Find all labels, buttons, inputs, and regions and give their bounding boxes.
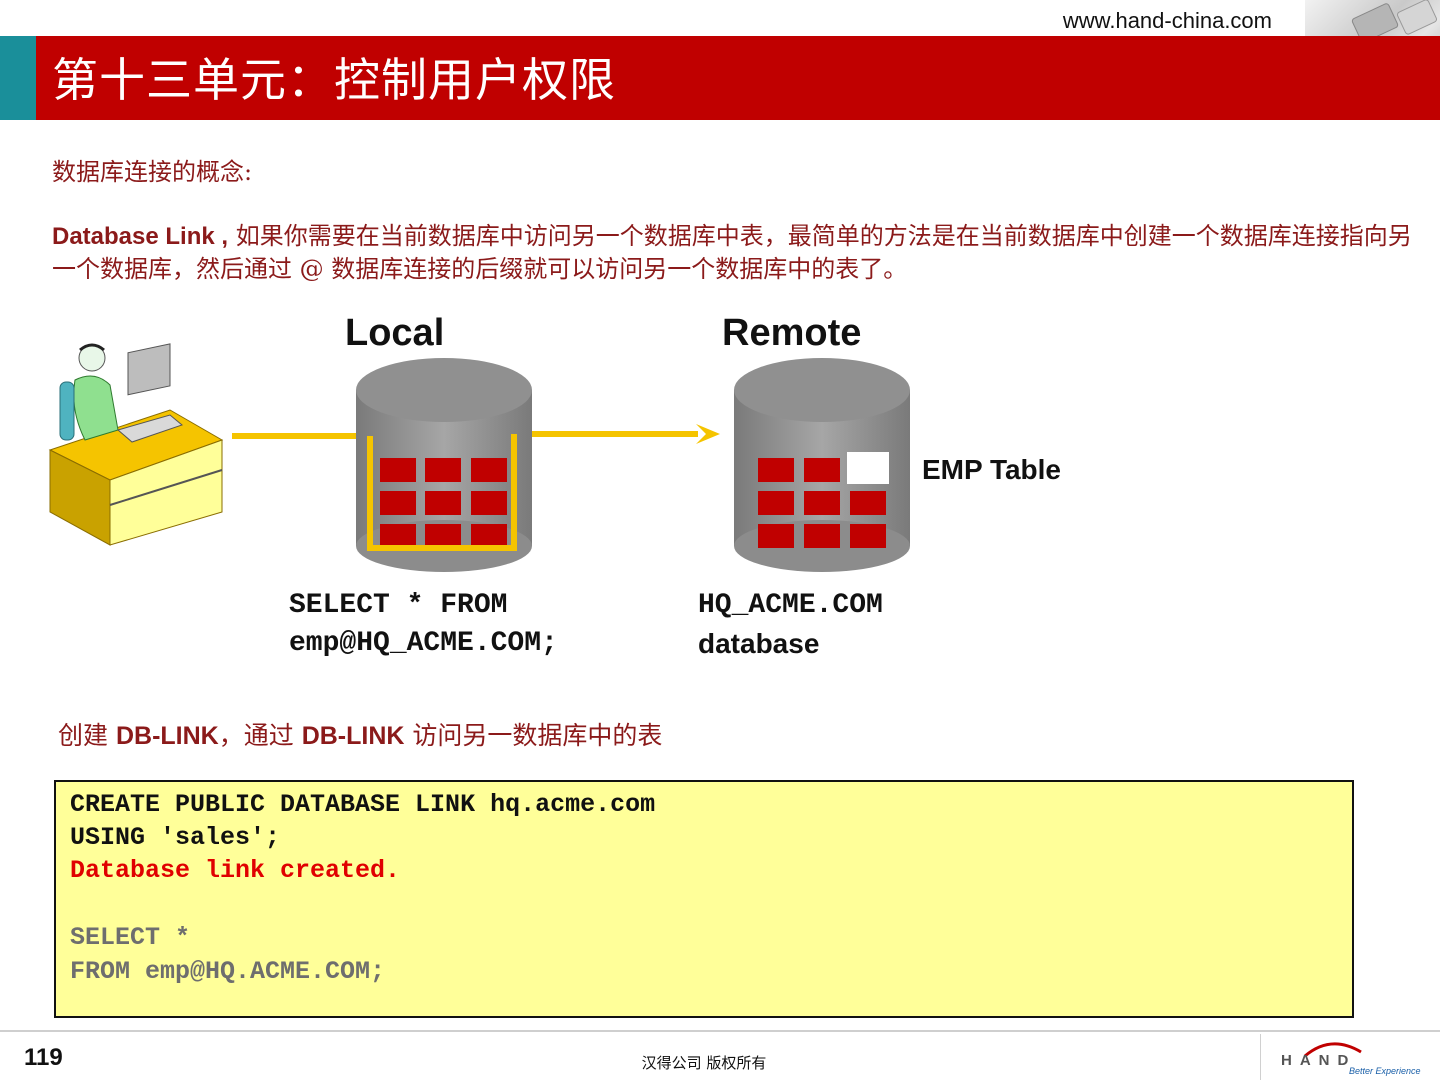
slide-title: 第十三单元：控制用户权限 bbox=[52, 53, 616, 107]
local-query-line1: SELECT * FROM bbox=[289, 590, 508, 621]
concept-paragraph: Database Link , 如果你需要在当前数据库中访问另一个数据库中表，最… bbox=[52, 220, 1432, 285]
hand-logo: HAND Better Experience bbox=[1260, 1034, 1440, 1080]
code-line-create: CREATE PUBLIC DATABASE LINK hq.acme.com bbox=[70, 790, 656, 819]
title-accent-bar bbox=[0, 36, 36, 120]
concept-heading: 数据库连接的概念: bbox=[52, 158, 253, 186]
create-prefix: 创建 bbox=[58, 721, 109, 750]
remote-database-icon bbox=[734, 358, 910, 572]
database-link-term: Database Link , bbox=[52, 223, 229, 250]
code-line-select: SELECT * bbox=[70, 923, 191, 952]
code-box: CREATE PUBLIC DATABASE LINK hq.acme.com … bbox=[54, 780, 1354, 1018]
local-label: Local bbox=[345, 312, 445, 354]
local-database-icon bbox=[356, 358, 532, 572]
hand-logo-icon: HAND Better Experience bbox=[1281, 1042, 1421, 1076]
emp-table-cell bbox=[847, 452, 889, 484]
database-link-diagram bbox=[48, 343, 910, 572]
user-at-computer-icon bbox=[48, 343, 224, 546]
remote-db-caption: database bbox=[698, 628, 820, 659]
logo-text: HAND bbox=[1281, 1052, 1356, 1069]
code-line-from: FROM emp@HQ.ACME.COM; bbox=[70, 957, 386, 986]
concept-description: 如果你需要在当前数据库中访问另一个数据库中表，最简单的方法是在当前数据库中创建一… bbox=[52, 222, 1412, 283]
site-url: www.hand-china.com bbox=[1062, 8, 1272, 33]
local-query-line2: emp@HQ_ACME.COM; bbox=[289, 628, 558, 659]
logo-tagline: Better Experience bbox=[1349, 1066, 1421, 1076]
copyright-text: 汉得公司 版权所有 bbox=[641, 1054, 767, 1072]
page-number: 119 bbox=[24, 1044, 63, 1071]
create-middle: ，通过 bbox=[218, 721, 294, 750]
code-line-using: USING 'sales'; bbox=[70, 823, 281, 852]
code-line-result: Database link created. bbox=[70, 856, 401, 885]
footer-divider bbox=[0, 1030, 1440, 1032]
create-suffix: 访问另一数据库中的表 bbox=[412, 721, 663, 750]
remote-db-name: HQ_ACME.COM bbox=[698, 590, 883, 621]
emp-table-label: EMP Table bbox=[922, 454, 1062, 485]
dblink-term-1: DB-LINK bbox=[115, 722, 219, 750]
create-dblink-heading: 创建 DB-LINK，通过 DB-LINK 访问另一数据库中的表 bbox=[58, 716, 662, 752]
remote-label: Remote bbox=[722, 312, 862, 354]
dblink-term-2: DB-LINK bbox=[301, 722, 405, 750]
